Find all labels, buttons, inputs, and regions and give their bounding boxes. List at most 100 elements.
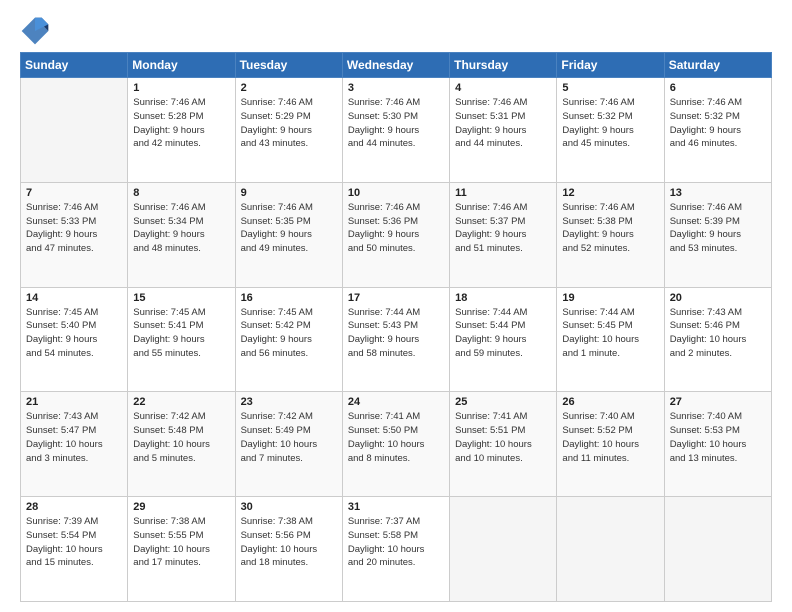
day-number: 1 — [133, 82, 229, 94]
calendar-cell: 31 Sunrise: 7:37 AMSunset: 5:58 PMDayligh… — [342, 497, 449, 602]
calendar-header: SundayMondayTuesdayWednesdayThursdayFrid… — [21, 53, 772, 78]
calendar-body: 1 Sunrise: 7:46 AMSunset: 5:28 PMDaylight… — [21, 78, 772, 602]
day-number: 24 — [348, 396, 444, 408]
calendar-cell: 8 Sunrise: 7:46 AMSunset: 5:34 PMDaylight… — [128, 182, 235, 287]
calendar-cell: 11 Sunrise: 7:46 AMSunset: 5:37 PMDayligh… — [450, 182, 557, 287]
day-info: Sunrise: 7:45 AMSunset: 5:41 PMDaylight:… — [133, 306, 229, 361]
day-number: 3 — [348, 82, 444, 94]
day-number: 13 — [670, 187, 766, 199]
day-info: Sunrise: 7:46 AMSunset: 5:37 PMDaylight:… — [455, 201, 551, 256]
day-info: Sunrise: 7:42 AMSunset: 5:48 PMDaylight:… — [133, 410, 229, 465]
day-info: Sunrise: 7:46 AMSunset: 5:32 PMDaylight:… — [670, 96, 766, 151]
page: SundayMondayTuesdayWednesdayThursdayFrid… — [0, 0, 792, 612]
day-info: Sunrise: 7:43 AMSunset: 5:47 PMDaylight:… — [26, 410, 122, 465]
day-info: Sunrise: 7:40 AMSunset: 5:53 PMDaylight:… — [670, 410, 766, 465]
calendar-cell: 28Sunrise: 7:39 AMSunset: 5:54 PMDayligh… — [21, 497, 128, 602]
week-row-3: 21 Sunrise: 7:43 AMSunset: 5:47 PMDayligh… — [21, 392, 772, 497]
week-row-4: 28Sunrise: 7:39 AMSunset: 5:54 PMDayligh… — [21, 497, 772, 602]
day-number: 21 — [26, 396, 122, 408]
day-info: Sunrise: 7:45 AMSunset: 5:40 PMDaylight:… — [26, 306, 122, 361]
day-number: 29 — [133, 501, 229, 513]
calendar-cell — [21, 78, 128, 183]
day-number: 8 — [133, 187, 229, 199]
col-header-wednesday: Wednesday — [342, 53, 449, 78]
day-number: 20 — [670, 292, 766, 304]
calendar-cell: 18 Sunrise: 7:44 AMSunset: 5:44 PMDayligh… — [450, 287, 557, 392]
calendar-cell: 1 Sunrise: 7:46 AMSunset: 5:28 PMDaylight… — [128, 78, 235, 183]
calendar-cell: 27 Sunrise: 7:40 AMSunset: 5:53 PMDayligh… — [664, 392, 771, 497]
calendar-cell: 24 Sunrise: 7:41 AMSunset: 5:50 PMDayligh… — [342, 392, 449, 497]
day-info: Sunrise: 7:45 AMSunset: 5:42 PMDaylight:… — [241, 306, 337, 361]
calendar-cell: 10 Sunrise: 7:46 AMSunset: 5:36 PMDayligh… — [342, 182, 449, 287]
day-number: 18 — [455, 292, 551, 304]
day-info: Sunrise: 7:46 AMSunset: 5:34 PMDaylight:… — [133, 201, 229, 256]
day-info: Sunrise: 7:40 AMSunset: 5:52 PMDaylight:… — [562, 410, 658, 465]
calendar-cell: 25 Sunrise: 7:41 AMSunset: 5:51 PMDayligh… — [450, 392, 557, 497]
week-row-1: 7 Sunrise: 7:46 AMSunset: 5:33 PMDaylight… — [21, 182, 772, 287]
calendar-cell: 17 Sunrise: 7:44 AMSunset: 5:43 PMDayligh… — [342, 287, 449, 392]
day-info: Sunrise: 7:44 AMSunset: 5:45 PMDaylight:… — [562, 306, 658, 361]
calendar-cell: 23 Sunrise: 7:42 AMSunset: 5:49 PMDayligh… — [235, 392, 342, 497]
logo — [20, 16, 54, 46]
day-info: Sunrise: 7:44 AMSunset: 5:43 PMDaylight:… — [348, 306, 444, 361]
calendar-cell: 14Sunrise: 7:45 AMSunset: 5:40 PMDayligh… — [21, 287, 128, 392]
col-header-thursday: Thursday — [450, 53, 557, 78]
calendar-cell: 21 Sunrise: 7:43 AMSunset: 5:47 PMDayligh… — [21, 392, 128, 497]
calendar-cell: 26 Sunrise: 7:40 AMSunset: 5:52 PMDayligh… — [557, 392, 664, 497]
calendar-cell: 13Sunrise: 7:46 AMSunset: 5:39 PMDayligh… — [664, 182, 771, 287]
day-number: 31 — [348, 501, 444, 513]
header-row: SundayMondayTuesdayWednesdayThursdayFrid… — [21, 53, 772, 78]
day-number: 10 — [348, 187, 444, 199]
day-info: Sunrise: 7:43 AMSunset: 5:46 PMDaylight:… — [670, 306, 766, 361]
calendar-cell: 22 Sunrise: 7:42 AMSunset: 5:48 PMDayligh… — [128, 392, 235, 497]
day-number: 15 — [133, 292, 229, 304]
day-info: Sunrise: 7:41 AMSunset: 5:50 PMDaylight:… — [348, 410, 444, 465]
col-header-monday: Monday — [128, 53, 235, 78]
day-info: Sunrise: 7:37 AMSunset: 5:58 PMDaylight:… — [348, 515, 444, 570]
day-number: 25 — [455, 396, 551, 408]
col-header-tuesday: Tuesday — [235, 53, 342, 78]
col-header-friday: Friday — [557, 53, 664, 78]
day-number: 26 — [562, 396, 658, 408]
week-row-2: 14Sunrise: 7:45 AMSunset: 5:40 PMDayligh… — [21, 287, 772, 392]
calendar-cell: 2Sunrise: 7:46 AMSunset: 5:29 PMDaylight… — [235, 78, 342, 183]
day-info: Sunrise: 7:46 AMSunset: 5:31 PMDaylight:… — [455, 96, 551, 151]
day-info: Sunrise: 7:44 AMSunset: 5:44 PMDaylight:… — [455, 306, 551, 361]
day-number: 5 — [562, 82, 658, 94]
day-info: Sunrise: 7:46 AMSunset: 5:28 PMDaylight:… — [133, 96, 229, 151]
calendar-cell: 4 Sunrise: 7:46 AMSunset: 5:31 PMDaylight… — [450, 78, 557, 183]
calendar-cell: 3 Sunrise: 7:46 AMSunset: 5:30 PMDaylight… — [342, 78, 449, 183]
day-number: 17 — [348, 292, 444, 304]
day-number: 22 — [133, 396, 229, 408]
day-info: Sunrise: 7:46 AMSunset: 5:33 PMDaylight:… — [26, 201, 122, 256]
day-number: 4 — [455, 82, 551, 94]
day-number: 23 — [241, 396, 337, 408]
day-info: Sunrise: 7:46 AMSunset: 5:36 PMDaylight:… — [348, 201, 444, 256]
day-info: Sunrise: 7:38 AMSunset: 5:55 PMDaylight:… — [133, 515, 229, 570]
day-number: 6 — [670, 82, 766, 94]
day-info: Sunrise: 7:42 AMSunset: 5:49 PMDaylight:… — [241, 410, 337, 465]
calendar-cell: 9 Sunrise: 7:46 AMSunset: 5:35 PMDaylight… — [235, 182, 342, 287]
calendar-cell: 6 Sunrise: 7:46 AMSunset: 5:32 PMDaylight… — [664, 78, 771, 183]
day-info: Sunrise: 7:46 AMSunset: 5:30 PMDaylight:… — [348, 96, 444, 151]
day-number: 2 — [241, 82, 337, 94]
calendar-cell: 19 Sunrise: 7:44 AMSunset: 5:45 PMDayligh… — [557, 287, 664, 392]
day-number: 12 — [562, 187, 658, 199]
day-number: 27 — [670, 396, 766, 408]
calendar-cell: 5Sunrise: 7:46 AMSunset: 5:32 PMDaylight… — [557, 78, 664, 183]
day-number: 16 — [241, 292, 337, 304]
day-number: 9 — [241, 187, 337, 199]
calendar-cell — [557, 497, 664, 602]
day-number: 19 — [562, 292, 658, 304]
week-row-0: 1 Sunrise: 7:46 AMSunset: 5:28 PMDaylight… — [21, 78, 772, 183]
day-number: 7 — [26, 187, 122, 199]
day-number: 30 — [241, 501, 337, 513]
day-number: 28 — [26, 501, 122, 513]
day-number: 11 — [455, 187, 551, 199]
col-header-saturday: Saturday — [664, 53, 771, 78]
day-info: Sunrise: 7:46 AMSunset: 5:38 PMDaylight:… — [562, 201, 658, 256]
calendar-cell: 16 Sunrise: 7:45 AMSunset: 5:42 PMDayligh… — [235, 287, 342, 392]
day-info: Sunrise: 7:41 AMSunset: 5:51 PMDaylight:… — [455, 410, 551, 465]
calendar-cell: 15 Sunrise: 7:45 AMSunset: 5:41 PMDayligh… — [128, 287, 235, 392]
day-info: Sunrise: 7:46 AMSunset: 5:35 PMDaylight:… — [241, 201, 337, 256]
